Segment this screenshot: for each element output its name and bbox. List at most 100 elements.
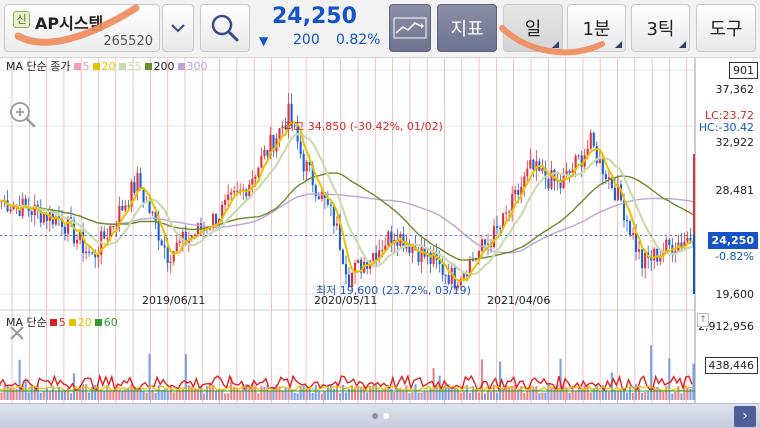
candle-body — [112, 225, 115, 227]
volume-bar — [453, 386, 456, 400]
candle-body — [526, 168, 529, 177]
candle-body — [260, 156, 263, 168]
volume-bar — [344, 392, 348, 400]
volume-bar — [121, 391, 124, 400]
volume-bar — [338, 393, 342, 400]
candle-body — [251, 178, 254, 185]
period-1min-label: 1분 — [582, 19, 611, 40]
candle-body — [163, 245, 166, 248]
volume-bar — [145, 392, 148, 400]
ma-legend: MA 단순 종가 5 20 55 200 300 — [6, 58, 208, 74]
page-dot-1[interactable] — [372, 413, 378, 419]
tools-button[interactable]: 도구 — [696, 4, 756, 52]
candle-body — [390, 231, 393, 244]
search-button[interactable] — [200, 4, 250, 52]
volume-bar — [178, 391, 181, 400]
indicator-button[interactable]: 지표 — [437, 4, 497, 52]
candle-body — [577, 155, 580, 157]
candle-body — [486, 243, 490, 245]
y-tick-3: 28,481 — [715, 184, 755, 197]
candle-body — [505, 212, 508, 214]
volume-bar — [692, 363, 695, 400]
volume-bar — [100, 390, 103, 400]
chevron-down-icon — [171, 24, 185, 33]
volume-bar — [496, 392, 499, 400]
volume-bar — [48, 390, 51, 400]
volume-bar — [66, 387, 70, 400]
ma-legend-label: MA 단순 종가 — [6, 60, 71, 73]
volume-bar — [308, 387, 311, 400]
price-change: 200 — [293, 32, 320, 48]
period-1min-button[interactable]: 1분 — [567, 4, 626, 52]
volume-bar — [9, 387, 12, 400]
zoom-in-icon[interactable] — [8, 100, 36, 128]
volume-bar — [154, 392, 157, 400]
y-tick-1: 37,362 — [715, 83, 755, 96]
volume-bar — [302, 385, 305, 400]
candle-body — [121, 205, 124, 211]
candle-body — [653, 248, 656, 261]
volume-bar — [411, 392, 414, 400]
candle-body — [357, 259, 360, 263]
page-indicator-bar: › — [0, 403, 760, 428]
candle-body — [562, 175, 565, 189]
volume-bar — [3, 384, 6, 400]
candle-body — [641, 249, 644, 269]
volume-bar — [284, 388, 287, 400]
current-price: 24,250 — [272, 4, 357, 29]
volume-bar — [647, 391, 650, 400]
close-icon[interactable] — [7, 323, 27, 343]
candle-body — [88, 251, 91, 253]
period-3tick-label: 3틱 — [646, 19, 675, 40]
stock-selector[interactable]: 신 AP시스템 265520 — [4, 4, 160, 52]
volume-bar — [227, 393, 230, 400]
y-tick-2: 32,922 — [715, 136, 755, 149]
volume-bar — [423, 390, 426, 400]
axis-top-box: 901 — [729, 62, 758, 79]
candle-body — [317, 196, 320, 200]
top-toolbar: 신 AP시스템 265520 24,250 ▼ 200 0.82% 지표 일 1… — [0, 0, 760, 58]
volume-bar — [477, 392, 481, 400]
candle-body — [233, 191, 236, 193]
volume-bar — [214, 391, 218, 400]
scroll-up-icon[interactable]: ↑ — [697, 313, 709, 327]
legend-item-ma5: 5 — [73, 60, 90, 73]
candle-body — [278, 128, 281, 139]
volume-bar — [677, 386, 680, 400]
candle-body — [329, 204, 332, 206]
volume-bar — [535, 385, 538, 400]
volume-bar — [357, 386, 360, 400]
period-day-label: 일 — [524, 19, 542, 40]
candle-body — [103, 231, 106, 239]
candle-body — [335, 223, 338, 226]
candle-body — [508, 211, 511, 213]
volume-bar — [650, 345, 653, 400]
candle-body — [139, 173, 142, 190]
candle-body — [175, 242, 178, 252]
volume-bar — [42, 390, 45, 400]
candle-body — [299, 141, 302, 154]
candle-body — [589, 132, 592, 149]
candle-body — [263, 149, 266, 157]
price-chart[interactable] — [0, 58, 760, 403]
candle-body — [604, 174, 607, 180]
period-3tick-button[interactable]: 3틱 — [631, 4, 690, 52]
chart-type-button[interactable] — [389, 4, 431, 52]
volume-bar — [384, 388, 387, 400]
volume-bar — [172, 392, 175, 400]
next-page-button[interactable]: › — [734, 406, 756, 427]
volume-bar — [57, 387, 60, 400]
volume-bar — [103, 391, 106, 400]
period-day-button[interactable]: 일 — [503, 4, 563, 52]
volume-bar — [63, 390, 67, 400]
tools-label: 도구 — [709, 19, 743, 40]
volume-bar — [320, 393, 323, 400]
legend-item-ma200: 200 — [144, 60, 175, 73]
page-dot-2[interactable] — [383, 413, 389, 419]
stock-dropdown-button[interactable] — [162, 4, 194, 52]
high-annotation: 최고 34,850 (-30.42%, 01/02) — [284, 120, 443, 133]
volume-bar — [91, 387, 94, 400]
current-price-tag: 24,250 — [707, 232, 758, 249]
volume-bar — [39, 392, 42, 400]
legend-item-vol20: 20 — [68, 316, 92, 329]
